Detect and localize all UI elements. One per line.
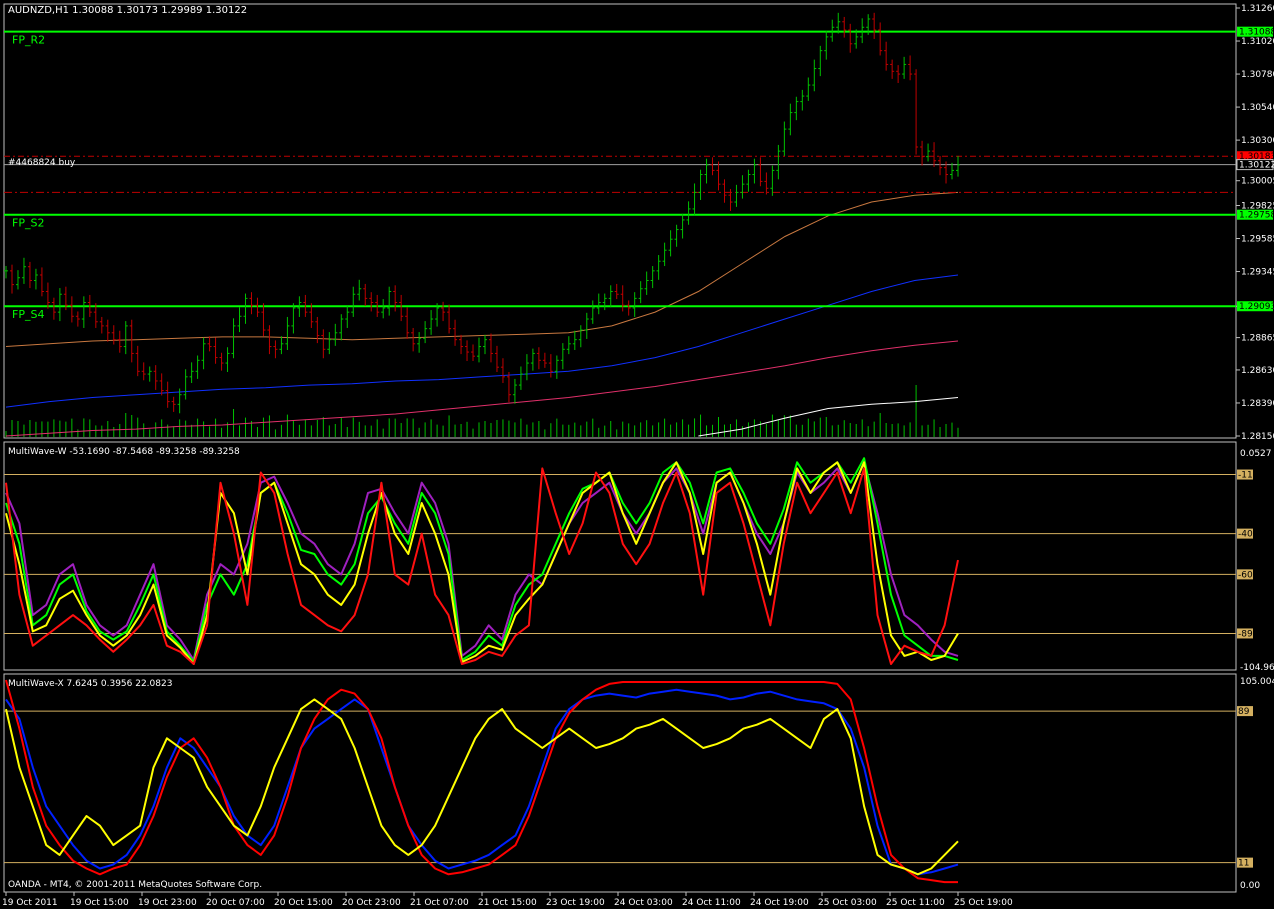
trading-chart[interactable]: FP_R2 FP_S2 FP_S4 1.31260 1.31020 1.30780 1.3… (0, 0, 1274, 909)
price-tag-label: 1.29093 (1239, 302, 1274, 312)
multiwave-w-level-tag: -11 (1237, 469, 1253, 481)
price-tag: 1.29758 (1237, 209, 1274, 221)
multiwave-w-tick-label: 0.0527 (1240, 449, 1272, 459)
time-tick-label: 19 Oct 2011 (2, 898, 58, 908)
time-tick-label: 25 Oct 11:00 (886, 898, 945, 908)
price-tick-label: 1.31020 (1241, 37, 1274, 47)
price-tick-label: 1.28150 (1241, 432, 1274, 442)
copyright-label: OANDA - MT4, © 2001-2011 MetaQuotes Soft… (8, 880, 262, 890)
multiwave-w-tick-label: -104.969 (1240, 663, 1274, 673)
price-tick-label: 1.30540 (1241, 103, 1274, 113)
order-label: #4468824 buy (8, 158, 76, 168)
pivot-label: FP_S2 (12, 217, 44, 230)
multiwave-w-level-tag: -40 (1237, 528, 1253, 540)
multiwave-x-level-tag: 11 (1237, 857, 1253, 869)
time-tick-label: 20 Oct 15:00 (274, 898, 333, 908)
multiwave-x-level-tag-label: 89 (1238, 707, 1250, 717)
time-tick-label: 25 Oct 03:00 (818, 898, 877, 908)
time-tick-label: 20 Oct 23:00 (342, 898, 401, 908)
time-tick-label: 20 Oct 07:00 (206, 898, 265, 908)
time-tick-label: 24 Oct 19:00 (750, 898, 809, 908)
price-tick-label: 1.30005 (1241, 177, 1274, 187)
multiwave-x-tick-label: 105.004 (1240, 677, 1274, 687)
price-tick-label: 1.29345 (1241, 268, 1274, 278)
multiwave-w-level-tag: -89 (1237, 628, 1253, 639)
price-tag: 1.30122 (1236, 159, 1274, 171)
price-tag-label: 1.30122 (1239, 161, 1274, 171)
multiwave-x-label: MultiWave-X 7.6245 0.3956 22.0823 (8, 679, 172, 689)
price-tag-label: 1.29758 (1239, 211, 1274, 221)
multiwave-w-level-tag-label: -89 (1238, 629, 1253, 639)
price-tag-label: 1.31088 (1239, 28, 1274, 38)
multiwave-w-level-tag-label: -40 (1238, 530, 1253, 540)
multiwave-x-level-tag-label: 11 (1238, 859, 1249, 869)
time-tick-label: 21 Oct 07:00 (410, 898, 469, 908)
main-chart-label: AUDNZD,H1 1.30088 1.30173 1.29989 1.3012… (8, 5, 247, 16)
time-tick-label: 23 Oct 19:00 (546, 898, 605, 908)
time-tick-label: 24 Oct 11:00 (682, 898, 741, 908)
price-tick-label: 1.28865 (1241, 334, 1274, 344)
multiwave-x-tick-label: 0.00 (1240, 881, 1260, 891)
multiwave-w-level-tag-label: -60 (1238, 570, 1253, 580)
pivot-label: FP_S4 (12, 308, 44, 321)
pivot-label: FP_R2 (12, 34, 45, 47)
multiwave-w-level-tag-label: -11 (1238, 471, 1253, 481)
price-tick-label: 1.28630 (1241, 366, 1274, 376)
price-tick-label: 1.29585 (1241, 235, 1274, 245)
price-tag: 1.29093 (1237, 301, 1274, 312)
time-tick-label: 19 Oct 23:00 (138, 898, 197, 908)
multiwave-w-label: MultiWave-W -53.1690 -87.5468 -89.3258 -… (8, 447, 240, 457)
time-tick-label: 24 Oct 03:00 (614, 898, 673, 908)
price-tick-label: 1.31260 (1241, 4, 1274, 14)
time-tick-label: 25 Oct 19:00 (954, 898, 1013, 908)
multiwave-w-level-tag: -60 (1237, 569, 1253, 580)
multiwave-x-level-tag: 89 (1237, 706, 1253, 717)
price-tick-label: 1.30300 (1241, 136, 1274, 146)
price-tag: 1.31088 (1237, 26, 1274, 38)
price-tick-label: 1.28390 (1241, 399, 1274, 409)
price-tick-label: 1.30780 (1241, 70, 1274, 80)
time-tick-label: 19 Oct 15:00 (70, 898, 129, 908)
time-tick-label: 21 Oct 15:00 (478, 898, 537, 908)
